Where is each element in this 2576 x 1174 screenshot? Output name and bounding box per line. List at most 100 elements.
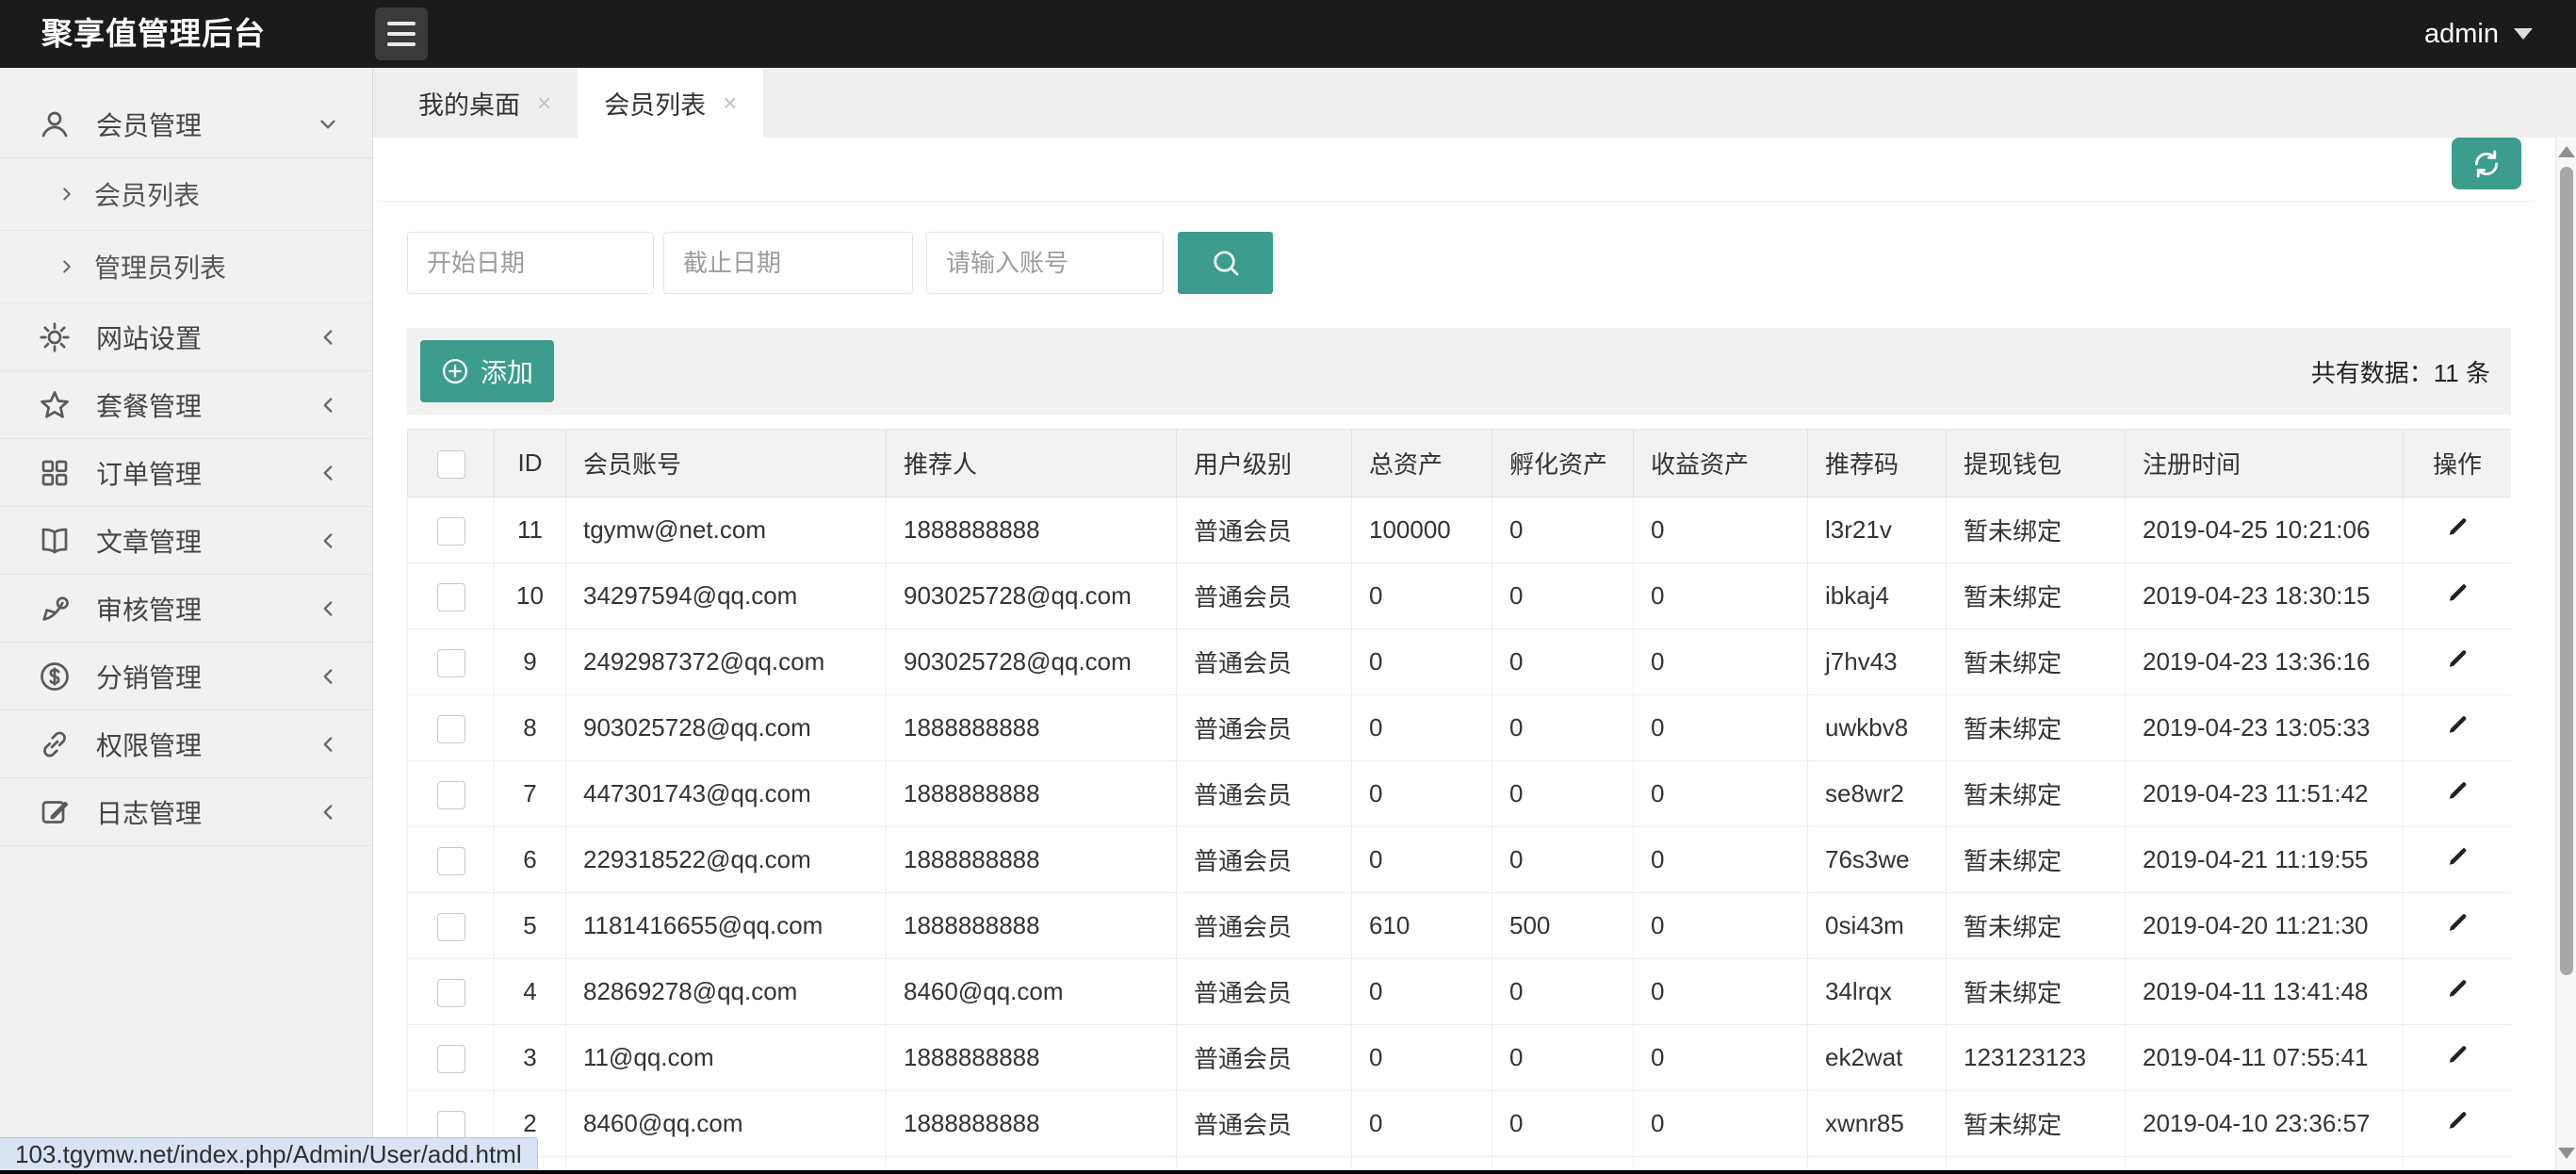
cell-referral-code bbox=[1807, 1156, 1947, 1170]
cell-level: 普通会员 bbox=[1176, 892, 1352, 959]
cell-incubate-assets: 0 bbox=[1492, 1024, 1634, 1091]
refresh-button[interactable] bbox=[2452, 138, 2521, 189]
sidebar-item-order-mgmt[interactable]: 订单管理 bbox=[0, 439, 372, 507]
scrollbar-thumb[interactable] bbox=[2560, 167, 2573, 975]
cell-income-assets: 0 bbox=[1633, 1024, 1808, 1091]
cell-referral-code: 0si43m bbox=[1807, 892, 1947, 959]
edit-icon[interactable] bbox=[2444, 843, 2470, 870]
sidebar-item-article-mgmt[interactable]: 文章管理 bbox=[0, 507, 372, 575]
start-date-input[interactable] bbox=[407, 232, 654, 294]
app-title: 聚享值管理后台 bbox=[41, 16, 266, 51]
chevron-left-icon bbox=[316, 461, 340, 485]
table-row: 2 8460@qq.com 1888888888 普通会员 0 0 0 xwnr… bbox=[407, 1090, 2511, 1157]
refresh-icon bbox=[2470, 148, 2503, 180]
cell-wallet: 暂未绑定 bbox=[1946, 497, 2126, 563]
cell-level: 普通会员 bbox=[1176, 1090, 1352, 1157]
cell-income-assets bbox=[1633, 1156, 1808, 1170]
sidebar-toggle-button[interactable] bbox=[375, 8, 428, 60]
edit-icon[interactable] bbox=[2444, 645, 2470, 672]
row-checkbox[interactable] bbox=[436, 582, 465, 611]
cell-account: 11@qq.com bbox=[565, 1024, 887, 1091]
cell-register-time: 2019-04-20 11:21:30 bbox=[2125, 892, 2404, 959]
cell-account: 34297594@qq.com bbox=[565, 563, 887, 629]
cell-register-time: 2019-04-11 13:41:48 bbox=[2125, 958, 2404, 1025]
sidebar-item-member-mgmt[interactable]: 会员管理 bbox=[0, 90, 372, 158]
col-total-assets: 总资产 bbox=[1351, 429, 1492, 497]
row-checkbox[interactable] bbox=[436, 978, 465, 1007]
cell-referral-code: ibkaj4 bbox=[1807, 563, 1947, 629]
edit-icon[interactable] bbox=[2444, 711, 2470, 738]
sidebar-item-log-mgmt[interactable]: 日志管理 bbox=[0, 778, 372, 846]
row-checkbox[interactable] bbox=[436, 846, 465, 875]
cell-id: 5 bbox=[494, 892, 566, 959]
cell-wallet bbox=[1946, 1156, 2126, 1170]
edit-icon[interactable] bbox=[2444, 514, 2470, 540]
sidebar-item-member-list[interactable]: 会员列表 bbox=[0, 158, 372, 231]
sidebar-item-permission-mgmt[interactable]: 权限管理 bbox=[0, 710, 372, 778]
col-level: 用户级别 bbox=[1176, 429, 1352, 497]
select-all-checkbox[interactable] bbox=[436, 449, 465, 479]
cell-register-time: 2019-04-23 11:51:42 bbox=[2125, 760, 2404, 827]
row-checkbox[interactable] bbox=[436, 780, 465, 809]
row-checkbox[interactable] bbox=[436, 1044, 465, 1073]
tab-close-icon[interactable]: × bbox=[537, 89, 551, 118]
table-row: 10 34297594@qq.com 903025728@qq.com 普通会员… bbox=[407, 563, 2511, 629]
table-row: 4 82869278@qq.com 8460@qq.com 普通会员 0 0 0… bbox=[407, 958, 2511, 1025]
cell-id: 4 bbox=[494, 958, 566, 1025]
cell-incubate-assets: 0 bbox=[1492, 694, 1634, 761]
add-button[interactable]: 添加 bbox=[420, 340, 554, 402]
gear-icon bbox=[38, 320, 72, 354]
edit-icon[interactable] bbox=[2444, 1107, 2470, 1133]
edit-icon[interactable] bbox=[2444, 909, 2470, 936]
tab-member-list[interactable]: 会员列表 × bbox=[578, 68, 764, 138]
scrollbar[interactable] bbox=[2555, 137, 2576, 1170]
book-icon bbox=[38, 524, 72, 558]
table-header-row: ID 会员账号 推荐人 用户级别 总资产 孵化资产 收益资产 推荐码 提现钱包 … bbox=[407, 429, 2511, 497]
chevron-left-icon bbox=[316, 732, 340, 757]
edit-icon[interactable] bbox=[2444, 1041, 2470, 1068]
edit-icon[interactable] bbox=[2444, 777, 2470, 804]
cell-register-time: 2019-04-25 10:21:06 bbox=[2125, 497, 2404, 563]
tab-close-icon[interactable]: × bbox=[723, 89, 737, 118]
cell-referral-code: uwkbv8 bbox=[1807, 694, 1947, 761]
edit-icon[interactable] bbox=[2444, 579, 2470, 606]
cell-account: 8460@qq.com bbox=[565, 1090, 887, 1157]
sidebar-item-package-mgmt[interactable]: 套餐管理 bbox=[0, 371, 372, 439]
row-checkbox[interactable] bbox=[436, 516, 465, 546]
col-register-time: 注册时间 bbox=[2125, 429, 2404, 497]
link-icon bbox=[38, 727, 72, 761]
row-checkbox[interactable] bbox=[436, 912, 465, 941]
sidebar-item-distribution-mgmt[interactable]: 分销管理 bbox=[0, 643, 372, 710]
cell-account: 2492987372@qq.com bbox=[565, 628, 887, 695]
cell-register-time: 2019-04-23 13:36:16 bbox=[2125, 628, 2404, 695]
cell-referrer: 1888888888 bbox=[886, 497, 1177, 563]
search-button[interactable] bbox=[1178, 232, 1273, 294]
tab-my-desktop[interactable]: 我的桌面 × bbox=[392, 68, 578, 138]
sidebar-item-audit-mgmt[interactable]: 审核管理 bbox=[0, 575, 372, 643]
sidebar-item-site-settings[interactable]: 网站设置 bbox=[0, 303, 372, 371]
edit-icon[interactable] bbox=[2444, 975, 2470, 1002]
member-table-wrap: ID 会员账号 推荐人 用户级别 总资产 孵化资产 收益资产 推荐码 提现钱包 … bbox=[407, 429, 2511, 1170]
cell-level bbox=[1176, 1156, 1352, 1170]
scroll-up-arrow-icon[interactable] bbox=[2558, 146, 2575, 157]
cell-referral-code: xwnr85 bbox=[1807, 1090, 1947, 1157]
user-menu[interactable]: admin bbox=[2424, 0, 2533, 68]
col-actions: 操作 bbox=[2403, 429, 2511, 497]
cell-income-assets: 0 bbox=[1633, 760, 1808, 827]
cell-register-time: 2019-04-21 11:19:55 bbox=[2125, 826, 2404, 893]
account-input[interactable] bbox=[926, 232, 1164, 294]
chevron-right-icon bbox=[57, 184, 77, 204]
table-row: 7 447301743@qq.com 1888888888 普通会员 0 0 0… bbox=[407, 760, 2511, 827]
cell-referrer: 8460@qq.com bbox=[886, 958, 1177, 1025]
cell-income-assets: 0 bbox=[1633, 892, 1808, 959]
row-checkbox[interactable] bbox=[436, 714, 465, 743]
cell-level: 普通会员 bbox=[1176, 563, 1352, 629]
scroll-down-arrow-icon[interactable] bbox=[2558, 1148, 2575, 1159]
table-body: 11 tgymw@net.com 1888888888 普通会员 100000 … bbox=[407, 497, 2511, 1170]
sidebar-item-admin-list[interactable]: 管理员列表 bbox=[0, 231, 372, 303]
row-checkbox[interactable] bbox=[436, 648, 465, 677]
topbar: 聚享值管理后台 admin bbox=[0, 0, 2576, 68]
table-row: 11 tgymw@net.com 1888888888 普通会员 100000 … bbox=[407, 497, 2511, 563]
end-date-input[interactable] bbox=[663, 232, 913, 294]
row-checkbox[interactable] bbox=[436, 1110, 465, 1139]
